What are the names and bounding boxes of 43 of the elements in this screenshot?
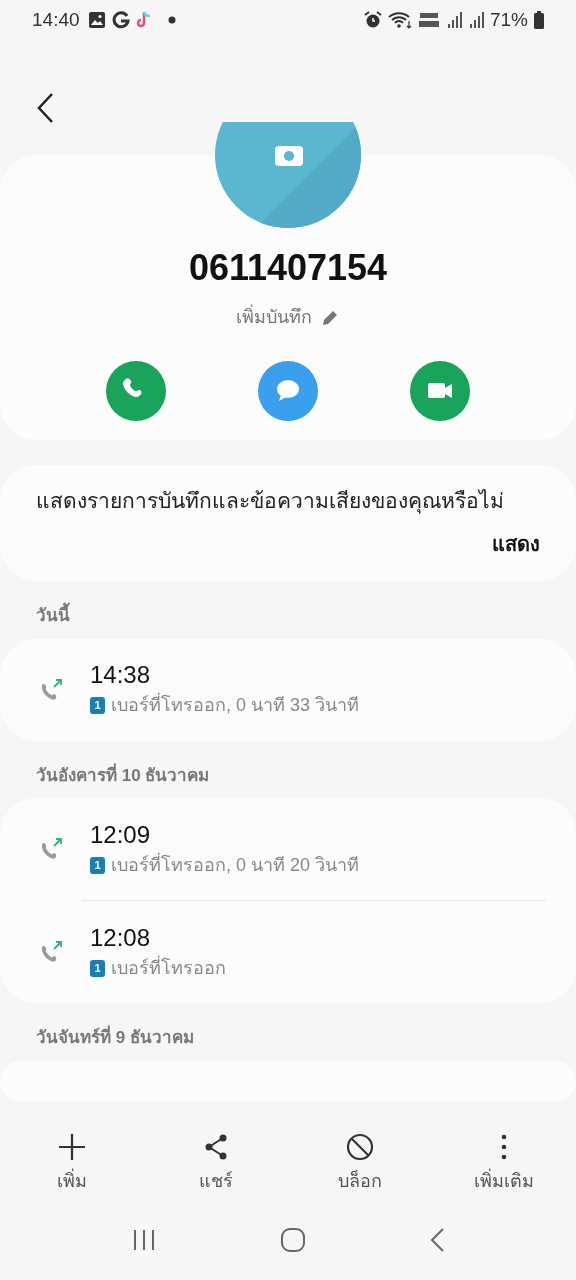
status-time: 14:40 [32, 7, 80, 32]
video-call-button[interactable] [410, 361, 470, 421]
alarm-icon [363, 11, 382, 29]
more-options-icon [501, 1132, 507, 1162]
call-time: 12:09 [90, 819, 151, 850]
signal-icon [467, 11, 484, 29]
call-detail: เบอร์ที่โทรออก [111, 954, 226, 980]
call-time: 12:08 [90, 922, 151, 953]
battery-icon [534, 11, 544, 29]
sim-badge: 1 [90, 697, 105, 714]
call-row[interactable]: 14:38 1 เบอร์ที่โทรออก, 0 นาที 33 วินาที [0, 638, 576, 741]
date-header: วันอังคารที่ 10 ธันวาคม [35, 762, 211, 787]
plus-icon [57, 1132, 87, 1162]
g-logo-icon [111, 11, 130, 29]
block-icon [345, 1132, 375, 1162]
chevron-left-icon [36, 92, 56, 124]
add-button[interactable]: เพิ่ม [0, 1118, 144, 1200]
prompt-text: แสดงรายการบันทึกและข้อความเสียงของคุณหรือไม่ [36, 488, 505, 516]
call-row[interactable]: 12:08 1 เบอร์ที่โทรออก [0, 901, 576, 1003]
notification-dot-icon [167, 16, 176, 24]
call-time: 14:38 [90, 660, 151, 690]
signal-icon [445, 11, 462, 29]
share-button[interactable]: แชร์ [144, 1118, 288, 1200]
phone-number: 0611407154 [188, 250, 388, 286]
call-detail: เบอร์ที่โทรออก, 0 นาที 20 วินาที [111, 851, 360, 877]
home-button[interactable] [280, 1227, 306, 1253]
note-text: เพิ่มบันทึก [236, 304, 312, 331]
show-button[interactable]: แสดง [492, 528, 540, 559]
sim-badge: 1 [90, 856, 105, 874]
call-row[interactable]: 12:09 1 เบอร์ที่โทรออก, 0 นาที 20 วินาที [0, 798, 576, 900]
gallery-icon [87, 11, 106, 29]
music-note-icon [135, 11, 152, 29]
date-header: วันจันทร์ที่ 9 ธันวาคม [0, 1003, 230, 1061]
battery-percent: 71% [489, 7, 528, 32]
more-button[interactable]: เพิ่มเติม [432, 1118, 576, 1200]
back-nav-button[interactable] [428, 1227, 445, 1253]
block-button[interactable]: บล็อก [288, 1118, 432, 1200]
sim-badge: 1 [90, 959, 105, 977]
date-header: วันนี้ [0, 581, 106, 639]
call-button[interactable] [106, 361, 166, 421]
message-button[interactable] [258, 361, 318, 421]
call-detail: เบอร์ที่โทรออก, 0 นาที 33 วินาที [111, 692, 360, 719]
wifi-icon [387, 11, 412, 29]
